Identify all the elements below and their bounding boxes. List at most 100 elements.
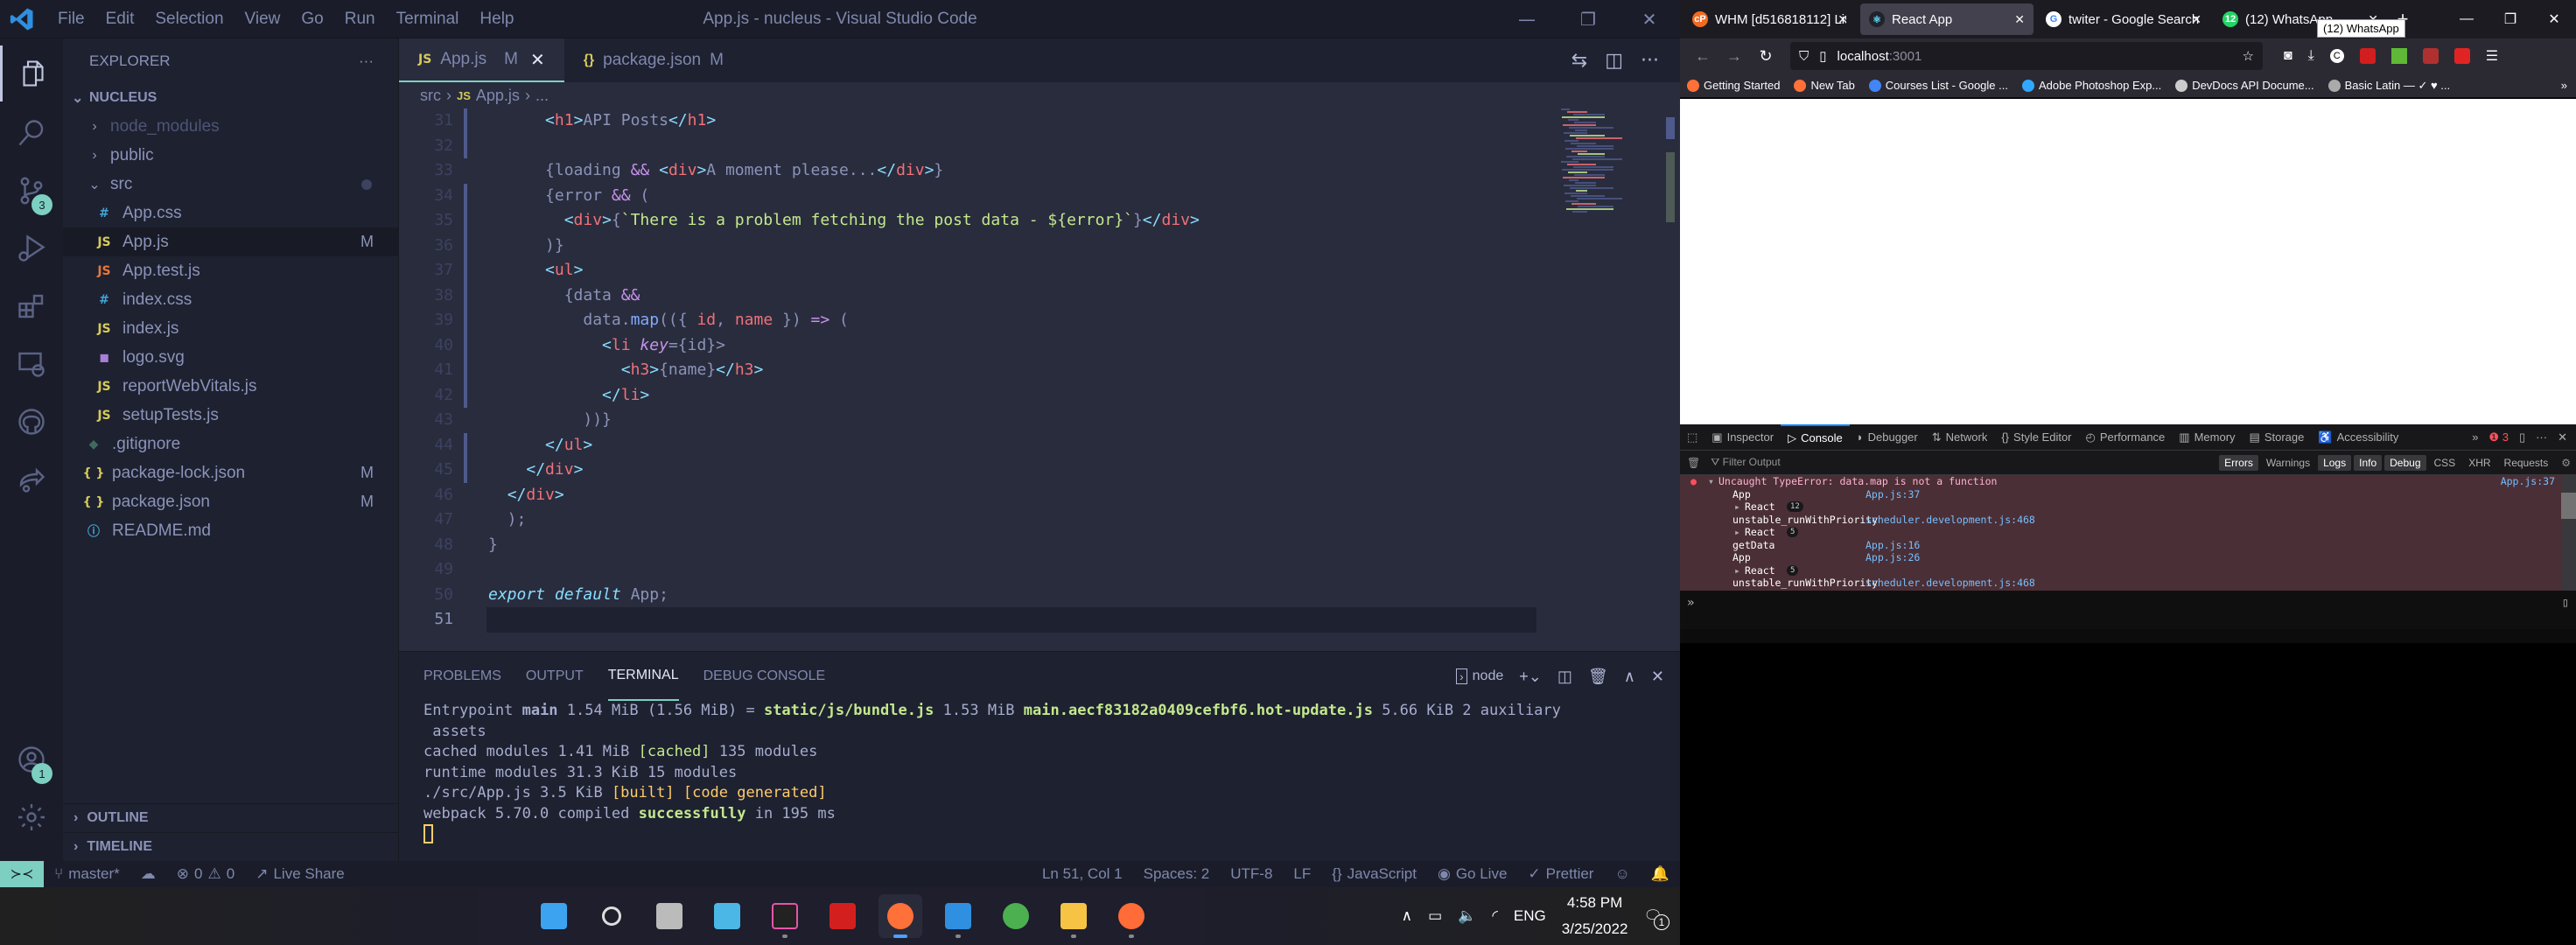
extension-new-icon[interactable] [2359,48,2376,64]
taskbar-postman-icon[interactable] [1110,894,1153,938]
forward-button[interactable]: → [1718,47,1750,66]
devtools-tab-memory[interactable]: ▥ Memory [2172,424,2242,451]
outline-section[interactable]: › OUTLINE [63,803,398,832]
end-of-line[interactable]: LF [1283,865,1321,883]
error-source-link[interactable]: App.js:37 [2501,475,2555,488]
close-devtools-icon[interactable]: ✕ [2558,430,2567,444]
code-editor[interactable]: 31 <h1>API Posts</h1> 32 33 {loading && <d… [399,108,1536,651]
stack-frame[interactable]: App App.js:26 [1680,551,2576,564]
code-line[interactable]: 45 </div> [399,458,1536,483]
filter-debug[interactable]: Debug [2384,454,2426,471]
menu-run[interactable]: Run [334,10,386,29]
menu-help[interactable]: Help [469,10,524,29]
browser-close-button[interactable]: ✕ [2532,0,2576,38]
file-item[interactable]: { } package-lock.json M [63,458,398,487]
url-bar[interactable]: ⛉ ▯ localhost:3001 ☆ [1790,42,2263,70]
close-panel-icon[interactable]: ✕ [1651,668,1664,686]
file-item[interactable]: ◆ .gitignore [63,430,398,458]
stack-frame[interactable]: getData App.js:16 [1680,539,2576,552]
taskbar-chrome-icon[interactable] [994,894,1038,938]
browser-tab[interactable]: Gtwiter - Google Search ✕ [2037,4,2210,35]
filter-logs[interactable]: Logs [2318,454,2352,471]
folder-item[interactable]: › node_modules [63,112,398,141]
devtools-tab-style-editor[interactable]: {} Style Editor [1994,424,2078,451]
page-viewport[interactable] [1680,99,2576,424]
bookmark-item[interactable]: DevDocs API Docume... [2175,79,2314,92]
stack-group[interactable]: ▸ React 12 [1680,500,2576,514]
menu-edit[interactable]: Edit [95,10,145,29]
taskbar-widgets-icon[interactable] [705,894,749,938]
settings-gear-icon[interactable] [0,789,63,845]
error-count-badge[interactable]: ❶ 3 [2488,430,2509,444]
live-share-button[interactable]: ↗ Live Share [245,865,355,883]
close-tab-icon[interactable]: ✕ [2191,12,2202,27]
downloads-icon[interactable]: ⤓ [2308,48,2314,64]
folder-item[interactable]: ⌄ src [63,170,398,199]
bookmark-item[interactable]: Adobe Photoshop Exp... [2021,79,2161,92]
file-item[interactable]: JS reportWebVitals.js [63,372,398,401]
devtools-tab-inspector[interactable]: ▣ Inspector [1704,424,1781,451]
timeline-section[interactable]: › TIMELINE [63,832,398,861]
console-error-message[interactable]: ● ▾ Uncaught TypeError: data.map is not a … [1680,475,2576,488]
filter-requests[interactable]: Requests [2499,455,2554,471]
collapse-triangle-icon[interactable]: ▸ [1734,526,1740,539]
remote-indicator-icon[interactable]: ≻≺ [0,861,44,887]
devtools-tab-network[interactable]: ⇅ Network [1925,424,1995,451]
close-tab-icon[interactable]: ✕ [2014,12,2025,27]
prettier-status[interactable]: ✓ Prettier [1517,865,1604,883]
browser-tab[interactable]: cP WHM [d516818112] List Acc✕ [1684,4,1857,35]
taskbar-search-icon[interactable] [590,894,634,938]
close-tab-icon[interactable]: ✕ [530,49,545,71]
console-input[interactable]: » ▯ [1680,591,2576,629]
editor-mode-toggle-icon[interactable]: ▯ [2562,596,2569,610]
cursor-position[interactable]: Ln 51, Col 1 [1032,865,1133,883]
stack-frame[interactable]: unstable_runWithPriority scheduler.develo… [1680,577,2576,590]
go-live-button[interactable]: ◉ Go Live [1427,865,1517,883]
stack-source-link[interactable]: scheduler.development.js:468 [1866,514,2035,527]
accounts-icon[interactable]: 1 [0,732,63,788]
devtools-tab-storage[interactable]: ▤ Storage [2243,424,2312,451]
stack-source-link[interactable]: scheduler.development.js:468 [1866,577,2035,590]
devtools-tab-accessibility[interactable]: ♿ Accessibility [2311,424,2405,451]
show-hidden-icons-icon[interactable]: ∧ [1402,907,1412,925]
reload-button[interactable]: ↻ [1750,47,1782,66]
code-line[interactable]: 40 <li key={id}> [399,333,1536,359]
language-mode[interactable]: {} JavaScript [1321,865,1427,883]
problems-indicator[interactable]: ⊗ 0 ⚠ 0 [166,865,245,883]
devtools-tab-debugger[interactable]: ◗ Debugger [1850,424,1925,451]
terminal-name[interactable]: node [1473,668,1504,684]
open-changes-icon[interactable]: ⇆ [1572,50,1587,72]
clear-console-trash-icon[interactable]: 🗑 [1687,457,1700,469]
stack-source-link[interactable]: App.js:26 [1866,551,1920,564]
file-item[interactable]: JS index.js [63,314,398,343]
kill-terminal-icon[interactable]: 🗑 [1588,668,1608,686]
collapse-triangle-icon[interactable]: ▸ [1734,564,1740,578]
minimap[interactable] [1554,108,1659,231]
element-picker-icon[interactable]: ⬚ [1680,424,1704,451]
explorer-more-actions-button[interactable]: ··· [359,52,374,70]
battery-icon[interactable]: ▭ [1428,907,1442,925]
menu-view[interactable]: View [234,10,291,29]
bookmark-item[interactable]: Getting Started [1687,79,1780,92]
github-icon[interactable] [0,394,63,450]
pocket-icon[interactable]: ◙ [2284,48,2292,64]
code-line[interactable]: 50 export default App; [399,583,1536,608]
notification-center-icon[interactable]: 🗨 1 [1643,907,1670,930]
taskbar-firefox-icon[interactable] [878,894,922,938]
filter-errors[interactable]: Errors [2219,454,2258,471]
input-language[interactable]: ENG [1514,907,1546,925]
file-item[interactable]: JS setupTests.js [63,401,398,430]
volume-icon[interactable]: 🔈 [1458,907,1476,925]
bookmark-item[interactable]: Basic Latin — ✓ ♥ ... [2328,79,2450,93]
console-scrollbar[interactable] [2561,475,2576,591]
taskbar-task-view-icon[interactable] [648,894,691,938]
code-line[interactable]: 39 data.map(({ id, name }) => ( [399,308,1536,333]
notifications-bell-icon[interactable]: 🔔 [1641,865,1680,883]
code-line[interactable]: 43 ))} [399,408,1536,433]
taskbar-file-explorer-icon[interactable] [1052,894,1096,938]
breadcrumb-file[interactable]: App.js [476,87,520,105]
code-line[interactable]: 37 <ul> [399,258,1536,284]
panel-tab-problems[interactable]: PROBLEMS [424,652,501,701]
taskbar-acrobat-icon[interactable] [821,894,864,938]
browser-restore-button[interactable]: ❐ [2488,0,2532,38]
